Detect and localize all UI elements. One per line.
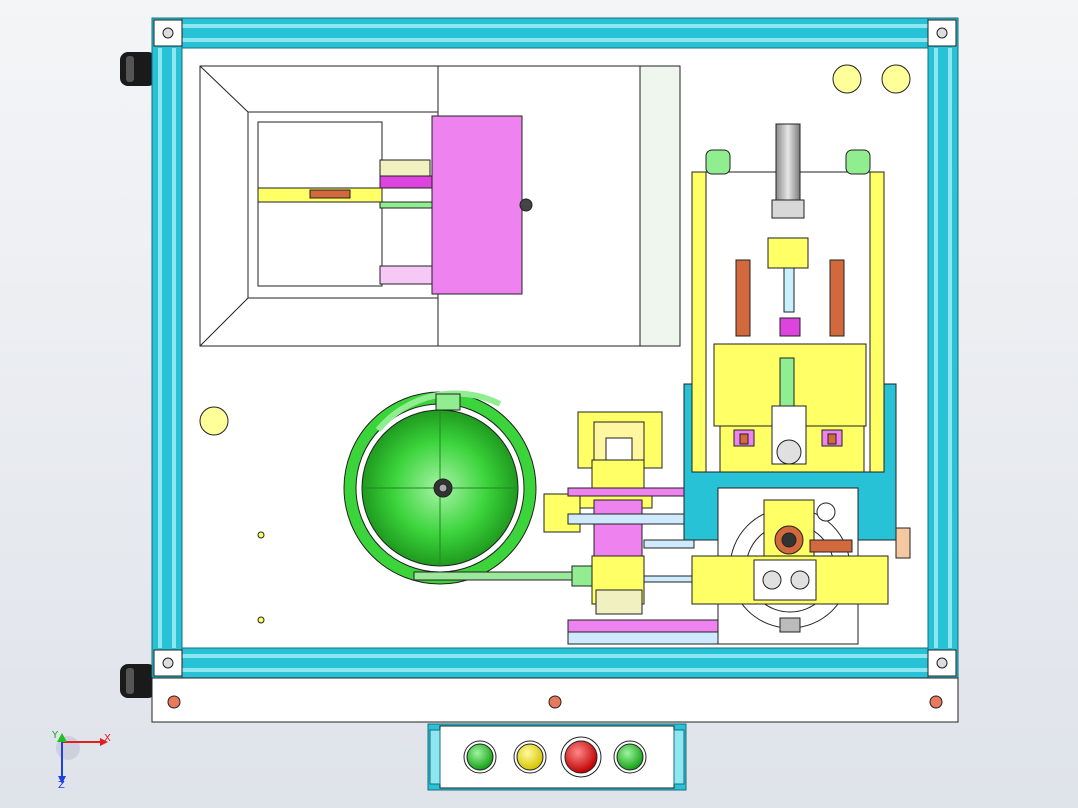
vibratory-bowl-feeder (343, 390, 537, 585)
axis-triad (56, 733, 108, 784)
emergency-stop-button[interactable] (560, 736, 602, 778)
pause-button[interactable] (513, 740, 547, 774)
side-bracket (895, 527, 911, 559)
caster-bottom-left (120, 664, 156, 698)
run-button[interactable] (613, 740, 647, 774)
cover-knob (519, 198, 533, 212)
start-button[interactable] (463, 740, 497, 774)
caster-top-left (120, 52, 156, 86)
axis-y-label: Y (52, 730, 59, 741)
axis-z-label: Z (58, 780, 65, 791)
axis-x-label: X (104, 733, 111, 744)
cad-assembly-view (56, 17, 959, 791)
linear-track (413, 571, 589, 581)
press-station (683, 123, 897, 541)
magenta-cover (431, 115, 523, 295)
